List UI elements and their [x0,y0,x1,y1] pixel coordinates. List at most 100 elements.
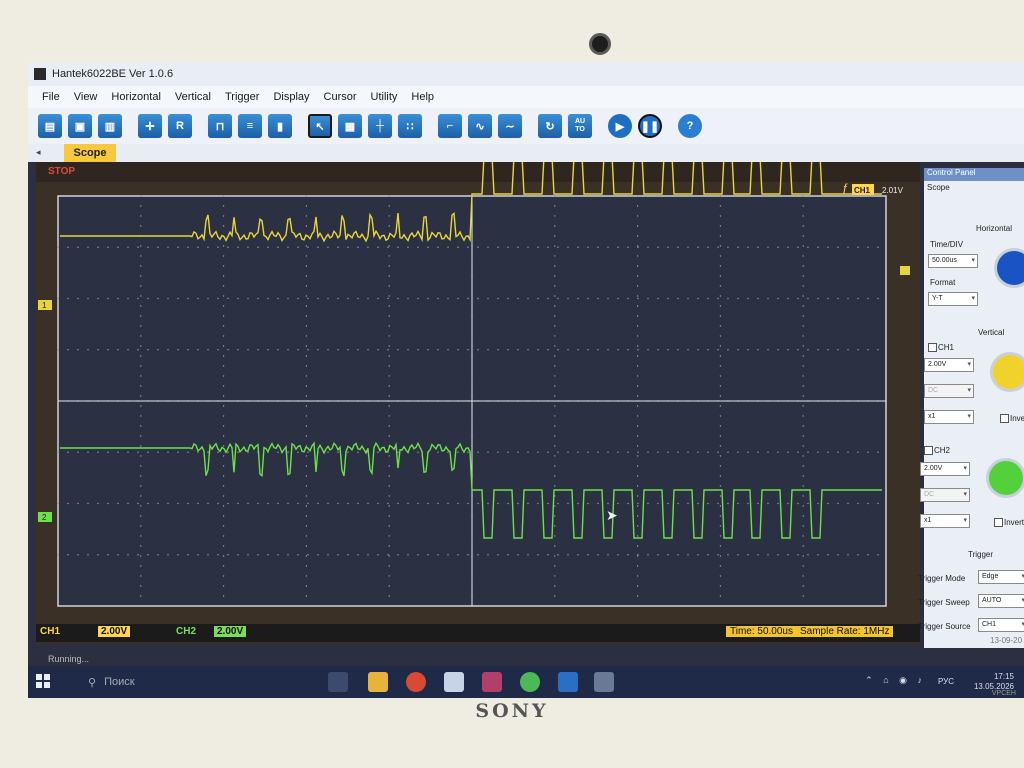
grid-dot [737,502,739,505]
grid-dot [397,554,399,556]
grid-dot [567,246,569,248]
grid-dot [305,195,308,197]
help-icon[interactable]: ? [678,114,702,138]
tab-scope[interactable]: Scope [64,144,116,162]
autoset-icon[interactable]: ✛ [138,114,162,138]
save-icon[interactable]: ▣ [68,114,92,138]
auto-icon[interactable]: AU TO [568,114,592,138]
menu-utility[interactable]: Utility [371,91,398,103]
grid-dot [77,502,79,505]
tab-scroll-left-icon[interactable]: ◂ [36,147,41,158]
ch1-volts-knob[interactable] [990,352,1024,392]
trigger-source-label: Trigger Source [918,622,971,631]
ch1-invert-checkbox[interactable] [1000,414,1009,423]
open-icon[interactable]: ▤ [38,114,62,138]
grid-dot [554,515,556,517]
ch1-enable-checkbox[interactable] [928,343,937,352]
app4-taskbar-icon[interactable] [558,672,578,692]
taskbar-search[interactable]: ⚲ Поиск [88,672,268,692]
cursor-icon[interactable]: ▮ [268,114,292,138]
square-wave-icon[interactable]: ⌐ [438,114,462,138]
refresh-icon[interactable]: ↻ [538,114,562,138]
menu-file[interactable]: File [42,91,60,103]
menu-vertical[interactable]: Vertical [175,91,211,103]
grid-dot [388,525,390,527]
grid-dot [577,451,579,453]
ch2-volts-select[interactable]: 2.00V [920,462,970,476]
grid-dot [487,451,489,453]
menu-help[interactable]: Help [411,91,434,103]
grid-dot [687,451,689,453]
grid-dot [547,554,549,556]
grid-dot [687,554,689,556]
ch2-probe-select[interactable]: x1 [920,514,970,528]
menu-view[interactable]: View [74,91,98,103]
grid-dot [177,297,179,300]
pause-icon[interactable]: ❚❚ [638,114,662,138]
ch2-invert-checkbox[interactable] [994,518,1003,527]
task-view-icon[interactable] [328,672,348,692]
grid-dot [554,345,556,347]
ch2-enable-checkbox[interactable] [924,446,933,455]
grid-dot [636,545,639,547]
grid-dot [327,451,329,453]
tray-icons[interactable]: ⌃ ⌂ ◉ ♪ [865,675,926,686]
menu-cursor[interactable]: Cursor [324,91,357,103]
grid-dot [757,502,759,505]
app-taskbar-icon[interactable] [444,672,464,692]
grid-dot [597,554,599,556]
grid-cross-icon[interactable]: ┼ [368,114,392,138]
grid-dot [636,405,639,407]
menu-display[interactable]: Display [273,91,309,103]
grid-dot [140,265,142,267]
grid-dot [477,451,479,453]
ch1-volts-select[interactable]: 2.00V [924,358,974,372]
grid-dot [737,297,739,300]
grid-dot [222,495,225,497]
grid-dot [388,315,390,317]
clock[interactable]: 17:15 13.05.2026 [974,672,1014,692]
select-icon[interactable]: ↖ [308,114,332,138]
format-select[interactable]: Y-T [928,292,978,306]
keyboard-language[interactable]: РУС [938,677,954,686]
grid-dot [554,315,556,317]
grid-dot [467,246,469,248]
ch1-probe-select[interactable]: x1 [924,410,974,424]
timediv-select[interactable]: 50.00us [928,254,978,268]
grid-dot [817,502,819,505]
ch1-coupling-select[interactable]: DC [924,384,974,398]
reference-icon[interactable]: R [168,114,192,138]
ch2-coupling-select[interactable]: DC [920,488,970,502]
grid-dot [287,502,289,505]
ch2-volts-knob[interactable] [986,458,1024,498]
sine-wave-icon[interactable]: ∼ [498,114,522,138]
grid-dot [677,554,679,556]
grid-dot [527,297,529,300]
trigger-mode-select[interactable]: Edge [978,570,1024,584]
control-panel-tab[interactable]: Scope [927,183,950,192]
print-icon[interactable]: ▥ [98,114,122,138]
hantek-taskbar-icon[interactable] [594,672,614,692]
app3-taskbar-icon[interactable] [520,672,540,692]
windows-start-icon[interactable] [36,674,50,688]
chrome-icon[interactable] [406,672,426,692]
trigger-sweep-select[interactable]: AUTO [978,594,1024,608]
grid-dot [537,451,539,453]
grid-dot [87,554,89,556]
pulse-icon[interactable]: ⊓ [208,114,232,138]
grid-dot [147,451,149,453]
measure-icon[interactable]: ≡ [238,114,262,138]
app2-taskbar-icon[interactable] [482,672,502,692]
grid-dot [554,415,556,417]
triangle-wave-icon[interactable]: ∿ [468,114,492,138]
file-explorer-icon[interactable] [368,672,388,692]
menu-horizontal[interactable]: Horizontal [111,91,161,103]
grid-full-icon[interactable]: ▦ [338,114,362,138]
grid-dot [747,554,749,556]
grid-dot-icon[interactable]: ∷ [398,114,422,138]
trigger-source-select[interactable]: CH1 [978,618,1024,632]
grid-dot [554,235,556,237]
menu-trigger[interactable]: Trigger [225,91,259,103]
run-icon[interactable]: ▶ [608,114,632,138]
timebase-knob[interactable] [994,248,1024,288]
